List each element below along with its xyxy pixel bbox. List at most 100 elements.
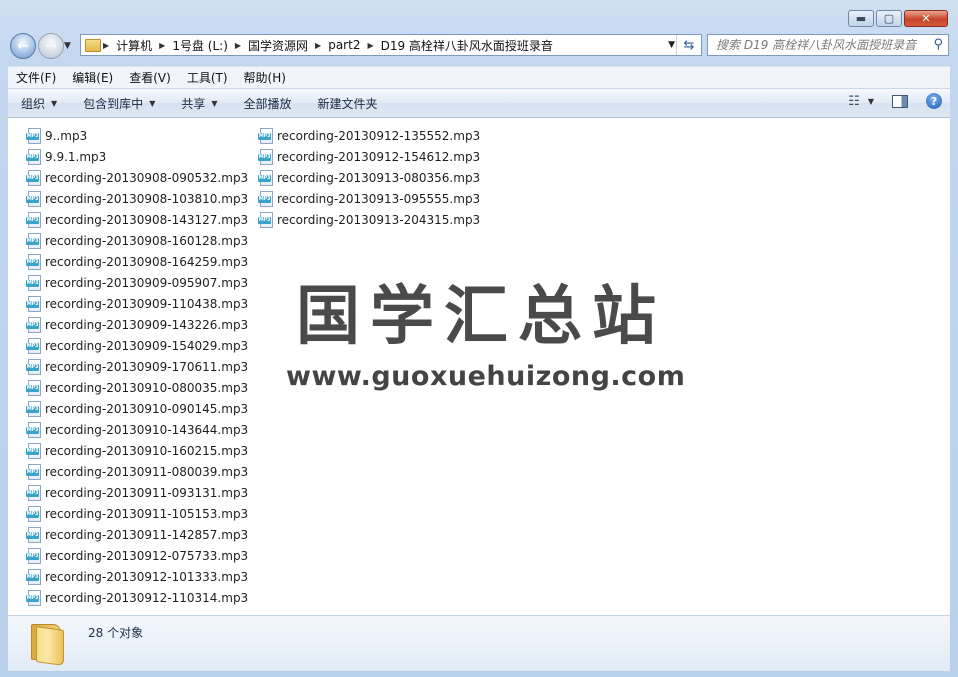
- file-name: recording-20130911-105153.mp3: [45, 506, 249, 521]
- mp3-file-icon: MP3: [26, 442, 42, 459]
- address-bar[interactable]: ▶ 计算机 ▶ 1号盘 (L:) ▶ 国学资源网 ▶ part2 ▶ D19 高…: [80, 34, 702, 56]
- file-item[interactable]: MP3 recording-20130911-093131.mp3: [26, 482, 248, 503]
- file-name: recording-20130910-160215.mp3: [45, 443, 249, 458]
- menu-tools[interactable]: 工具(T): [179, 69, 236, 86]
- details-pane: 28 个对象: [8, 615, 950, 671]
- menu-edit[interactable]: 编辑(E): [64, 69, 121, 86]
- mp3-file-icon: MP3: [26, 169, 42, 186]
- file-list-area: MP3 9..mp3 MP3 9.9.1.mp3 MP3 recording-201309…: [8, 118, 950, 615]
- chevron-right-icon[interactable]: ▶: [313, 41, 323, 50]
- share-label: 共享: [181, 96, 206, 111]
- mp3-file-icon: MP3: [26, 127, 42, 144]
- menu-file[interactable]: 文件(F): [8, 69, 64, 86]
- file-item[interactable]: MP3 recording-20130912-135552.mp3: [258, 125, 480, 146]
- breadcrumb-drive[interactable]: 1号盘 (L:): [167, 35, 233, 55]
- include-library-label: 包含到库中: [83, 96, 144, 111]
- file-item[interactable]: MP3 9..mp3: [26, 125, 248, 146]
- search-icon[interactable]: ⚲: [933, 37, 943, 52]
- file-item[interactable]: MP3 recording-20130912-154612.mp3: [258, 146, 480, 167]
- refresh-button[interactable]: ⇆: [676, 35, 701, 55]
- menu-view[interactable]: 查看(V): [121, 69, 179, 86]
- share-button[interactable]: 共享 ▼: [168, 95, 230, 112]
- include-library-button[interactable]: 包含到库中 ▼: [70, 95, 168, 112]
- mp3-file-icon: MP3: [258, 169, 274, 186]
- mp3-file-icon: MP3: [258, 148, 274, 165]
- chevron-right-icon[interactable]: ▶: [365, 41, 375, 50]
- file-name: recording-20130908-143127.mp3: [45, 212, 249, 227]
- watermark: 国学汇总站 www.guoxuehuizong.com: [286, 281, 686, 392]
- file-item[interactable]: MP3 recording-20130910-080035.mp3: [26, 377, 248, 398]
- file-name: 9.9.1.mp3: [45, 149, 107, 164]
- preview-pane-icon[interactable]: [892, 94, 908, 108]
- file-item[interactable]: MP3 recording-20130908-164259.mp3: [26, 251, 248, 272]
- mp3-file-icon: MP3: [26, 274, 42, 291]
- file-name: recording-20130911-093131.mp3: [45, 485, 249, 500]
- file-item[interactable]: MP3 recording-20130912-101333.mp3: [26, 566, 248, 587]
- file-column-2: MP3 recording-20130912-135552.mp3 MP3 recor…: [258, 125, 480, 230]
- help-icon[interactable]: ?: [926, 93, 942, 109]
- chevron-right-icon[interactable]: ▶: [157, 41, 167, 50]
- forward-button[interactable]: →: [38, 33, 64, 59]
- address-history-dropdown[interactable]: ▼: [668, 40, 675, 50]
- file-item[interactable]: MP3 recording-20130911-080039.mp3: [26, 461, 248, 482]
- play-all-button[interactable]: 全部播放: [231, 95, 305, 112]
- file-name: recording-20130908-164259.mp3: [45, 254, 249, 269]
- minimize-button[interactable]: ▬: [848, 10, 874, 27]
- breadcrumb-computer[interactable]: 计算机: [111, 35, 157, 55]
- mp3-file-icon: MP3: [26, 526, 42, 543]
- file-name: recording-20130912-110314.mp3: [45, 590, 249, 605]
- file-item[interactable]: MP3 recording-20130913-095555.mp3: [258, 188, 480, 209]
- file-item[interactable]: MP3 recording-20130912-110314.mp3: [26, 587, 248, 608]
- recent-pages-dropdown[interactable]: ▼: [64, 41, 71, 51]
- mp3-file-icon: MP3: [26, 148, 42, 165]
- forward-arrow-icon: →: [45, 38, 57, 54]
- file-item[interactable]: MP3 recording-20130910-090145.mp3: [26, 398, 248, 419]
- change-view-button[interactable]: ☷ ▼: [848, 94, 874, 109]
- file-item[interactable]: MP3 recording-20130908-160128.mp3: [26, 230, 248, 251]
- file-item[interactable]: MP3 recording-20130909-170611.mp3: [26, 356, 248, 377]
- organize-button[interactable]: 组织 ▼: [8, 95, 70, 112]
- file-name: recording-20130908-160128.mp3: [45, 233, 249, 248]
- file-item[interactable]: MP3 recording-20130911-105153.mp3: [26, 503, 248, 524]
- file-item[interactable]: MP3 9.9.1.mp3: [26, 146, 248, 167]
- file-item[interactable]: MP3 recording-20130908-090532.mp3: [26, 167, 248, 188]
- breadcrumb-part2[interactable]: part2: [323, 35, 365, 55]
- file-item[interactable]: MP3 recording-20130909-154029.mp3: [26, 335, 248, 356]
- new-folder-button[interactable]: 新建文件夹: [305, 95, 391, 112]
- chevron-right-icon[interactable]: ▶: [101, 41, 111, 50]
- file-item[interactable]: MP3 recording-20130913-080356.mp3: [258, 167, 480, 188]
- item-count: 28 个对象: [88, 626, 144, 640]
- mp3-file-icon: MP3: [26, 295, 42, 312]
- breadcrumb-current-folder[interactable]: D19 高栓祥八卦风水面授班录音: [376, 35, 558, 55]
- large-folder-icon: [28, 624, 68, 666]
- file-item[interactable]: MP3 recording-20130911-142857.mp3: [26, 524, 248, 545]
- file-item[interactable]: MP3 recording-20130910-160215.mp3: [26, 440, 248, 461]
- menu-help[interactable]: 帮助(H): [236, 69, 294, 86]
- search-input[interactable]: [708, 37, 928, 53]
- file-name: recording-20130910-080035.mp3: [45, 380, 249, 395]
- view-list-icon: ☷: [848, 93, 860, 109]
- maximize-button[interactable]: ▢: [876, 10, 902, 27]
- chevron-right-icon[interactable]: ▶: [233, 41, 243, 50]
- mp3-file-icon: MP3: [26, 463, 42, 480]
- chevron-down-icon: ▼: [211, 98, 218, 108]
- chevron-down-icon: ▼: [149, 98, 156, 108]
- menu-bar: 文件(F) 编辑(E) 查看(V) 工具(T) 帮助(H): [8, 66, 950, 88]
- mp3-file-icon: MP3: [26, 211, 42, 228]
- watermark-url-text: www.guoxuehuizong.com: [286, 361, 686, 392]
- back-button[interactable]: ←: [10, 33, 36, 59]
- mp3-file-icon: MP3: [26, 421, 42, 438]
- file-item[interactable]: MP3 recording-20130908-103810.mp3: [26, 188, 248, 209]
- file-item[interactable]: MP3 recording-20130909-143226.mp3: [26, 314, 248, 335]
- mp3-file-icon: MP3: [26, 337, 42, 354]
- file-item[interactable]: MP3 recording-20130912-075733.mp3: [26, 545, 248, 566]
- breadcrumb-resource-folder[interactable]: 国学资源网: [243, 35, 313, 55]
- file-item[interactable]: MP3 recording-20130908-143127.mp3: [26, 209, 248, 230]
- toolbar-right: ☷ ▼ ?: [848, 93, 942, 109]
- mp3-file-icon: MP3: [258, 211, 274, 228]
- close-button[interactable]: ✕: [904, 10, 948, 27]
- file-item[interactable]: MP3 recording-20130909-110438.mp3: [26, 293, 248, 314]
- file-item[interactable]: MP3 recording-20130910-143644.mp3: [26, 419, 248, 440]
- file-item[interactable]: MP3 recording-20130913-204315.mp3: [258, 209, 480, 230]
- file-item[interactable]: MP3 recording-20130909-095907.mp3: [26, 272, 248, 293]
